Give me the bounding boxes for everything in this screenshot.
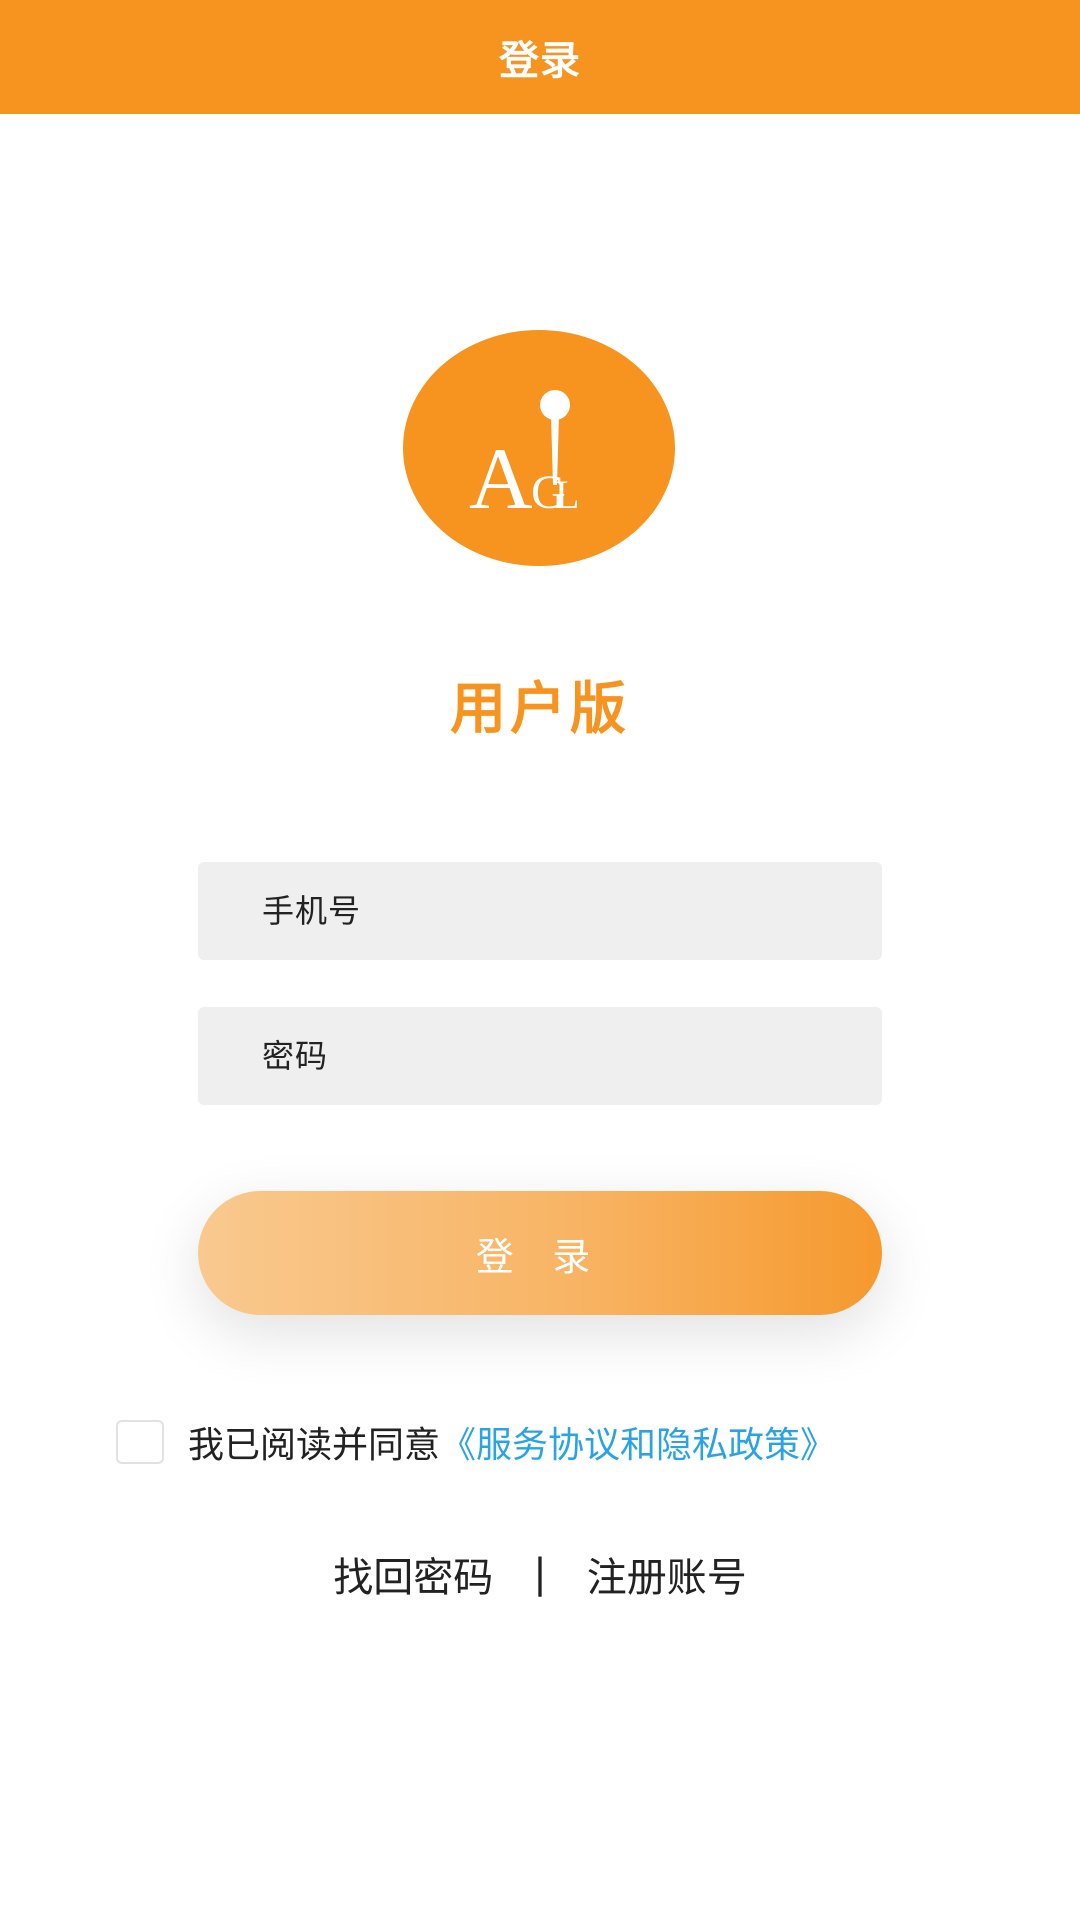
link-separator: |: [533, 1551, 547, 1597]
account-links: 找回密码 | 注册账号: [0, 1545, 1080, 1603]
phone-field[interactable]: [198, 862, 882, 960]
agl-logo-icon: A G L: [469, 390, 579, 528]
svg-text:L: L: [555, 472, 579, 517]
page-title: 登录: [499, 38, 581, 84]
login-button[interactable]: 登 录: [198, 1191, 882, 1315]
phone-input[interactable]: [260, 891, 820, 931]
forgot-password-link[interactable]: 找回密码: [333, 1545, 493, 1603]
edition-label: 用户版: [450, 677, 630, 742]
register-link[interactable]: 注册账号: [587, 1545, 747, 1603]
password-field[interactable]: [198, 1007, 882, 1105]
agreement-row: 我已阅读并同意 《服务协议和隐私政策》: [116, 1418, 836, 1466]
password-input[interactable]: [260, 1036, 820, 1076]
app-logo: A G L: [403, 330, 675, 566]
agreement-text: 我已阅读并同意: [188, 1425, 441, 1466]
service-policy-link[interactable]: 《服务协议和隐私政策》: [440, 1416, 836, 1468]
svg-text:A: A: [469, 431, 533, 528]
agreement-checkbox[interactable]: [116, 1420, 164, 1464]
app-header: 登录: [0, 0, 1080, 114]
